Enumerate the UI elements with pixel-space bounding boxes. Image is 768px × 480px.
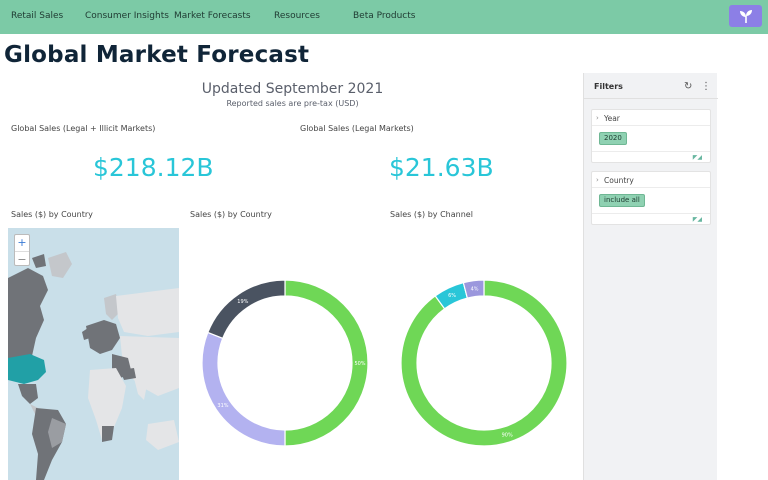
zoom-in-button[interactable]: +: [15, 235, 29, 250]
filters-header: Filters ↻ ⋮: [584, 73, 718, 99]
nav-beta-products[interactable]: Beta Products: [353, 11, 415, 21]
donut-channel-label: Sales ($) by Channel: [390, 210, 473, 219]
donut-slice-label: 4%: [471, 287, 479, 293]
donut-slice-label: 31%: [217, 403, 228, 409]
donut-slice[interactable]: [400, 279, 568, 447]
map-zoom-control: + −: [14, 234, 30, 266]
nav-retail-sales[interactable]: Retail Sales: [11, 11, 63, 21]
donut-chart-channel[interactable]: 90% 6% 4%: [392, 271, 576, 455]
map-south-africa: [102, 426, 114, 442]
nav-market-forecasts[interactable]: Market Forecasts: [174, 11, 251, 21]
divider: [592, 187, 710, 188]
world-map[interactable]: + −: [8, 228, 179, 480]
map-usa: [8, 354, 46, 384]
map-australia: [146, 420, 179, 450]
divider: [592, 125, 710, 126]
kpi-legal-label: Global Sales (Legal Markets): [300, 124, 414, 133]
kpi-legal-value: $21.63B: [389, 153, 494, 182]
map-india: [134, 378, 148, 400]
chevron-right-icon[interactable]: ›: [596, 176, 599, 184]
map-europe: [86, 320, 120, 354]
zoom-out-button[interactable]: −: [15, 251, 29, 266]
filter-footer-icon[interactable]: ◤◢: [693, 154, 702, 161]
kpi-legal-illicit-label: Global Sales (Legal + Illicit Markets): [11, 124, 156, 133]
filter-year-label: Year: [604, 114, 620, 123]
pretax-note: Reported sales are pre-tax (USD): [226, 99, 359, 108]
donut-slice-label: 19%: [237, 299, 248, 305]
divider: [592, 213, 710, 214]
donut-slice-label: 90%: [502, 432, 513, 438]
map-greenland: [48, 252, 72, 278]
sprout-icon: [739, 10, 752, 23]
more-vertical-icon[interactable]: ⋮: [701, 81, 711, 92]
kpi-legal-illicit-value: $218.12B: [93, 153, 214, 182]
top-nav-bar: Retail Sales Consumer Insights Market Fo…: [0, 0, 768, 34]
reset-icon[interactable]: ↻: [684, 81, 692, 92]
donut-country-label: Sales ($) by Country: [190, 210, 272, 219]
nav-consumer-insights[interactable]: Consumer Insights: [85, 11, 169, 21]
map-mexico: [18, 384, 38, 404]
map-asia-highlight: [120, 368, 136, 380]
page-title: Global Market Forecast: [4, 42, 310, 68]
donut-slice-label: 6%: [448, 293, 456, 299]
filter-card-country: › Country include all ◤◢: [591, 171, 711, 225]
filter-card-year: › Year 2020 ◤◢: [591, 109, 711, 163]
filter-footer-icon[interactable]: ◤◢: [693, 216, 702, 223]
filters-panel: Filters ↻ ⋮ › Year 2020 ◤◢ › Country inc…: [583, 73, 718, 480]
map-label: Sales ($) by Country: [11, 210, 93, 219]
filter-country-label: Country: [604, 176, 634, 185]
donut-chart-country[interactable]: 50% 31% 19%: [193, 271, 377, 455]
filter-year-chip[interactable]: 2020: [599, 132, 627, 145]
chevron-right-icon[interactable]: ›: [596, 114, 599, 122]
divider: [592, 151, 710, 152]
donut-slice[interactable]: [207, 279, 286, 340]
map-graphic: [8, 252, 179, 480]
updated-heading: Updated September 2021: [201, 81, 384, 97]
map-south-america: [32, 408, 66, 480]
donut-slice[interactable]: [201, 331, 286, 447]
filter-country-chip[interactable]: include all: [599, 194, 645, 207]
map-canada-islands: [32, 254, 46, 268]
brand-button[interactable]: [729, 5, 762, 27]
nav-resources[interactable]: Resources: [274, 11, 320, 21]
donut-slice-label: 50%: [354, 361, 365, 367]
map-russia: [116, 288, 179, 336]
filters-title: Filters: [594, 82, 623, 91]
